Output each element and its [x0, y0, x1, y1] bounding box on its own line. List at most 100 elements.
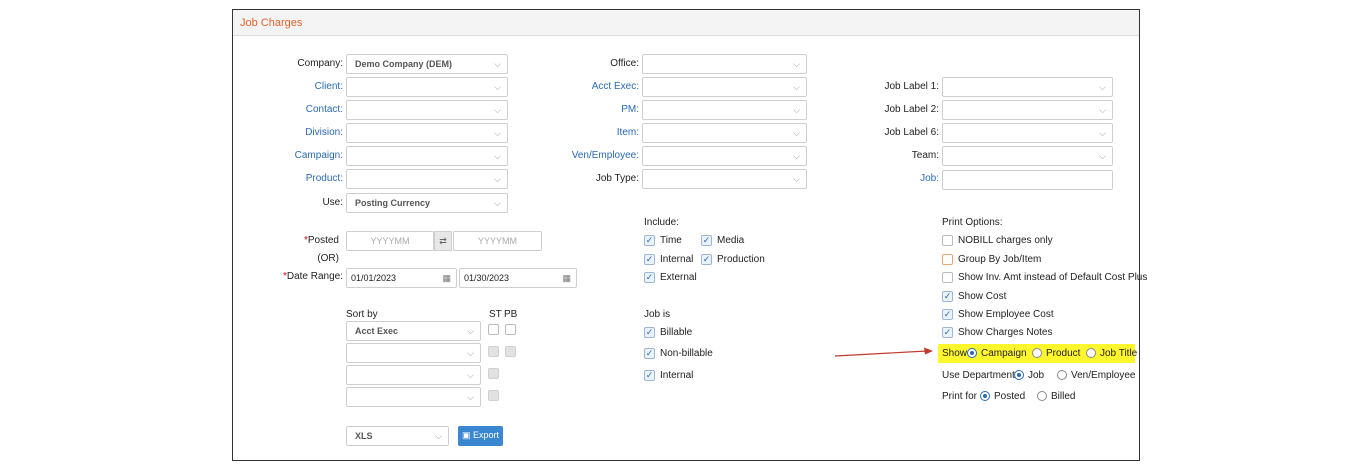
job-is-non-billable-checkbox[interactable]: ✓ [644, 348, 655, 359]
pm-label[interactable]: PM: [553, 100, 639, 120]
dept-job-radio[interactable] [1014, 370, 1024, 380]
nobill-checkbox[interactable] [942, 235, 953, 246]
contact-select[interactable]: ⌵ [346, 100, 508, 120]
ven-employee-select[interactable]: ⌵ [642, 146, 807, 166]
date-range-to-input[interactable]: 01/30/2023 ▦ [459, 268, 577, 288]
chevron-down-icon: ⌵ [494, 59, 501, 69]
include-internal-checkbox[interactable]: ✓ [644, 254, 655, 265]
use-select[interactable]: Posting Currency ⌵ [346, 193, 508, 213]
posted-to-input[interactable]: YYYYMM [453, 231, 542, 251]
print-options-heading: Print Options: [942, 217, 1003, 228]
job-label-1-select[interactable]: ⌵ [942, 77, 1113, 97]
include-heading: Include: [644, 217, 680, 228]
contact-label[interactable]: Contact: [273, 100, 343, 120]
chevron-down-icon: ⌵ [494, 174, 501, 184]
chevron-down-icon: ⌵ [1099, 82, 1106, 92]
job-type-select[interactable]: ⌵ [642, 169, 807, 189]
chevron-down-icon: ⌵ [467, 326, 474, 336]
include-external-checkbox[interactable]: ✓ [644, 272, 655, 283]
dept-ven-employee-radio[interactable] [1057, 370, 1067, 380]
use-department-label: Use Department [942, 370, 1015, 381]
job-is-internal-label: Internal [660, 370, 694, 381]
job-input[interactable] [942, 170, 1113, 190]
export-button[interactable]: ▣ Export [458, 426, 503, 446]
export-button-label: Export [473, 430, 500, 440]
product-select[interactable]: ⌵ [346, 169, 508, 189]
chevron-down-icon: ⌵ [1099, 128, 1106, 138]
show-job-title-radio[interactable] [1086, 348, 1096, 358]
chevron-down-icon: ⌵ [494, 128, 501, 138]
show-charges-notes-label: Show Charges Notes [958, 327, 1053, 338]
chevron-down-icon: ⌵ [494, 198, 501, 208]
office-select[interactable]: ⌵ [642, 54, 807, 74]
product-label[interactable]: Product: [273, 169, 343, 189]
show-product-radio[interactable] [1032, 348, 1042, 358]
acct-exec-select[interactable]: ⌵ [642, 77, 807, 97]
job-is-billable-checkbox[interactable]: ✓ [644, 327, 655, 338]
include-media-checkbox[interactable]: ✓ [701, 235, 712, 246]
chevron-down-icon: ⌵ [435, 431, 442, 441]
campaign-label[interactable]: Campaign: [273, 146, 343, 166]
sort-select-3[interactable]: ⌵ [346, 365, 481, 385]
date-range-from-input[interactable]: 01/01/2023 ▦ [346, 268, 457, 288]
date-range-to-value: 01/30/2023 [464, 273, 510, 283]
show-campaign-radio[interactable] [967, 348, 977, 358]
division-select[interactable]: ⌵ [346, 123, 508, 143]
chevron-down-icon: ⌵ [793, 151, 800, 161]
swap-icon[interactable]: ⇄ [434, 231, 452, 251]
print-for-posted-radio[interactable] [980, 391, 990, 401]
show-cost-checkbox[interactable]: ✓ [942, 291, 953, 302]
chevron-down-icon: ⌵ [1099, 105, 1106, 115]
ven-employee-label[interactable]: Ven/Employee: [553, 146, 639, 166]
item-label[interactable]: Item: [553, 123, 639, 143]
chevron-down-icon: ⌵ [494, 105, 501, 115]
dept-job-label: Job [1028, 370, 1045, 381]
client-label[interactable]: Client: [273, 77, 343, 97]
print-for-billed-label: Billed [1051, 391, 1076, 402]
sort-2-st-checkbox[interactable] [488, 346, 499, 357]
job-label[interactable]: Job: [853, 169, 939, 189]
print-for-posted-label: Posted [994, 391, 1026, 402]
export-format-select[interactable]: XLS ⌵ [346, 426, 449, 446]
division-label[interactable]: Division: [273, 123, 343, 143]
print-for-billed-radio[interactable] [1037, 391, 1047, 401]
posted-from-input[interactable]: YYYYMM [346, 231, 434, 251]
sort-select-4[interactable]: ⌵ [346, 387, 481, 407]
use-label: Use: [322, 197, 343, 208]
team-label: Team: [911, 150, 939, 161]
include-time-checkbox[interactable]: ✓ [644, 235, 655, 246]
sort-1-st-checkbox[interactable] [488, 324, 499, 335]
job-is-internal-checkbox[interactable]: ✓ [644, 370, 655, 381]
export-icon: ▣ [461, 430, 471, 440]
show-inv-checkbox[interactable] [942, 272, 953, 283]
acct-exec-label[interactable]: Acct Exec: [553, 77, 639, 97]
show-job-title-label: Job Title [1100, 348, 1138, 359]
sort-2-pb-checkbox[interactable] [505, 346, 516, 357]
team-select[interactable]: ⌵ [942, 146, 1113, 166]
group-by-checkbox[interactable] [942, 254, 953, 265]
chevron-down-icon: ⌵ [467, 370, 474, 380]
use-value: Posting Currency [355, 198, 431, 208]
show-employee-cost-label: Show Employee Cost [958, 309, 1054, 320]
show-cost-label: Show Cost [958, 291, 1007, 302]
job-label-6-select[interactable]: ⌵ [942, 123, 1113, 143]
calendar-icon[interactable]: ▦ [562, 269, 571, 287]
company-select[interactable]: Demo Company (DEM) ⌵ [346, 54, 508, 74]
job-label-2-select[interactable]: ⌵ [942, 100, 1113, 120]
client-select[interactable]: ⌵ [346, 77, 508, 97]
chevron-down-icon: ⌵ [467, 392, 474, 402]
sort-select-2[interactable]: ⌵ [346, 343, 481, 363]
job-label-6-label: Job Label 6: [884, 127, 940, 138]
include-production-checkbox[interactable]: ✓ [701, 254, 712, 265]
pm-select[interactable]: ⌵ [642, 100, 807, 120]
sort-3-st-checkbox[interactable] [488, 368, 499, 379]
calendar-icon[interactable]: ▦ [442, 269, 451, 287]
show-charges-notes-checkbox[interactable]: ✓ [942, 327, 953, 338]
sort-select-1[interactable]: Acct Exec ⌵ [346, 321, 481, 341]
item-select[interactable]: ⌵ [642, 123, 807, 143]
sort-4-st-checkbox[interactable] [488, 390, 499, 401]
dept-ven-employee-label: Ven/Employee [1071, 370, 1136, 381]
campaign-select[interactable]: ⌵ [346, 146, 508, 166]
sort-1-pb-checkbox[interactable] [505, 324, 516, 335]
show-employee-cost-checkbox[interactable]: ✓ [942, 309, 953, 320]
